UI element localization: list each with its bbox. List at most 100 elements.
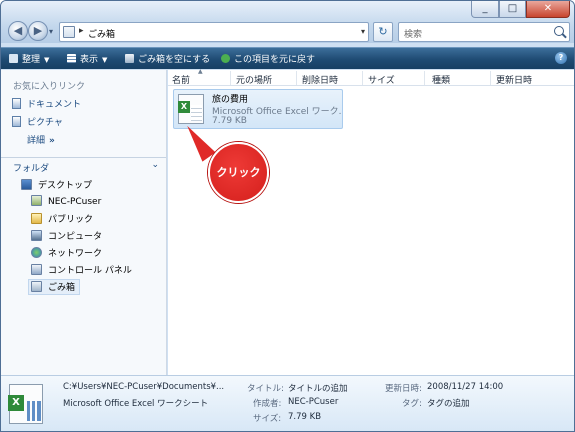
recycle-bin-icon xyxy=(125,54,134,63)
search-input[interactable]: 検索 xyxy=(398,22,570,42)
tree-item-label: デスクトップ xyxy=(38,181,93,191)
details-pane: C:¥Users¥NEC-PCuser¥Documents¥... Micros… xyxy=(1,375,574,431)
views-dropdown-icon: ▼ xyxy=(102,56,108,64)
empty-recycle-bin-label: ごみ箱を空にする xyxy=(138,55,211,65)
recycle-bin-icon xyxy=(31,281,42,292)
empty-recycle-bin-button[interactable]: ごみ箱を空にする xyxy=(125,52,210,65)
forward-button[interactable]: ▶ xyxy=(28,21,48,41)
tree-item-public[interactable]: パブリック xyxy=(31,212,93,228)
search-icon[interactable] xyxy=(554,26,564,36)
tree-item-label: ネットワーク xyxy=(48,249,103,259)
column-header-size[interactable]: サイズ xyxy=(368,73,395,86)
tree-item-computer[interactable]: コンピュータ xyxy=(31,229,102,245)
click-callout: クリック xyxy=(208,142,269,203)
minimize-button[interactable]: _ xyxy=(471,1,499,18)
tree-item-user[interactable]: NEC-PCuser xyxy=(31,195,101,211)
column-header-date-deleted[interactable]: 削除日時 xyxy=(302,73,338,86)
views-icon xyxy=(67,54,76,63)
column-header-type[interactable]: 種類 xyxy=(432,73,450,86)
navigation-pane: お気に入りリンク ドキュメント ピクチャ 詳細» フォルダ ⌄ デスクトップ N… xyxy=(1,70,167,375)
recycle-bin-icon xyxy=(63,26,75,38)
help-icon[interactable]: ? xyxy=(555,52,567,64)
details-size-label: サイズ: xyxy=(253,414,282,424)
column-header-original-location[interactable]: 元の場所 xyxy=(236,73,272,86)
favorite-link-label: ドキュメント xyxy=(27,100,82,110)
column-header-modified[interactable]: 更新日時 xyxy=(496,73,532,86)
address-bar[interactable]: ▸ ごみ箱 ▾ xyxy=(59,22,369,42)
file-list-area[interactable]: ▲ 名前 元の場所 削除日時 サイズ 種類 更新日時 旅の費用 Microsof… xyxy=(168,68,574,375)
control-panel-icon xyxy=(31,264,42,275)
column-divider[interactable] xyxy=(490,71,491,85)
close-button[interactable]: ✕ xyxy=(526,1,570,18)
computer-icon xyxy=(31,230,42,241)
more-links-button[interactable]: 詳細» xyxy=(27,133,55,146)
breadcrumb-separator-icon[interactable]: ▸ xyxy=(79,26,84,36)
tree-item-label: パブリック xyxy=(48,215,94,225)
tree-item-network[interactable]: ネットワーク xyxy=(31,246,102,262)
details-title-label: タイトル: xyxy=(247,384,284,394)
forward-arrow-icon: ▶ xyxy=(33,24,43,37)
refresh-icon: ↻ xyxy=(378,25,388,38)
refresh-button[interactable]: ↻ xyxy=(373,22,393,42)
details-modified-value: 2008/11/27 14:00 xyxy=(427,382,504,392)
tree-item-label: コントロール パネル xyxy=(48,266,132,276)
details-tags-value[interactable]: タグの追加 xyxy=(427,397,470,409)
double-chevron-icon: » xyxy=(49,136,55,146)
column-header-name[interactable]: 名前 xyxy=(172,73,190,86)
pictures-icon xyxy=(12,116,21,127)
desktop-icon xyxy=(21,179,32,190)
excel-file-icon xyxy=(178,94,204,124)
sort-ascending-icon: ▲ xyxy=(198,68,203,75)
folders-label: フォルダ xyxy=(13,164,50,174)
tree-item-label: NEC-PCuser xyxy=(48,197,102,207)
command-toolbar: 整理 ▼ 表示 ▼ ごみ箱を空にする この項目を元に戻す ? xyxy=(1,47,574,69)
column-headers: ▲ 名前 元の場所 削除日時 サイズ 種類 更新日時 xyxy=(168,68,574,86)
network-icon xyxy=(31,247,42,258)
details-size-value: 7.79 KB xyxy=(288,412,322,422)
documents-icon xyxy=(12,98,21,109)
tree-item-control-panel[interactable]: コントロール パネル xyxy=(31,263,132,279)
views-label: 表示 xyxy=(80,55,99,65)
chevron-down-icon: ⌄ xyxy=(151,160,159,170)
minimize-icon: _ xyxy=(482,3,488,14)
details-title-value[interactable]: タイトルの追加 xyxy=(288,382,348,394)
maximize-button[interactable]: □ xyxy=(499,1,526,18)
excel-file-icon xyxy=(8,384,43,424)
details-author-value[interactable]: NEC-PCuser xyxy=(288,397,338,407)
column-divider[interactable] xyxy=(424,71,425,85)
views-button[interactable]: 表示 ▼ xyxy=(67,52,107,65)
folder-icon xyxy=(31,213,42,224)
file-size: 7.79 KB xyxy=(212,116,247,126)
favorite-links-header: お気に入りリンク xyxy=(13,82,86,92)
address-path[interactable]: ごみ箱 xyxy=(88,27,115,40)
more-links-label: 詳細 xyxy=(27,136,46,146)
history-dropdown-icon[interactable]: ▾ xyxy=(49,27,53,36)
tree-item-recycle-bin[interactable]: ごみ箱 xyxy=(28,279,81,295)
search-placeholder: 検索 xyxy=(404,30,423,40)
file-item[interactable]: 旅の費用 Microsoft Office Excel ワーク... 7.79 … xyxy=(173,89,343,129)
tree-item-desktop[interactable]: デスクトップ xyxy=(21,178,92,194)
tree-item-label: ごみ箱 xyxy=(48,283,76,293)
user-folder-icon xyxy=(31,195,42,206)
details-author-label: 作成者: xyxy=(253,399,282,409)
column-divider[interactable] xyxy=(230,71,231,85)
back-arrow-icon: ◀ xyxy=(13,24,23,37)
organize-icon xyxy=(9,54,18,63)
column-divider[interactable] xyxy=(296,71,297,85)
restore-item-button[interactable]: この項目を元に戻す xyxy=(221,52,315,65)
back-button[interactable]: ◀ xyxy=(8,21,28,41)
folders-header[interactable]: フォルダ ⌄ xyxy=(1,157,166,176)
close-icon: ✕ xyxy=(543,3,553,14)
restore-item-label: この項目を元に戻す xyxy=(234,55,316,65)
favorite-link-pictures[interactable]: ピクチャ xyxy=(12,115,63,128)
details-tags-label: タグ: xyxy=(402,399,422,409)
title-bar: ◀ ▶ ▾ ▸ ごみ箱 ▾ ↻ 検索 _ □ ✕ xyxy=(1,1,574,43)
organize-button[interactable]: 整理 ▼ xyxy=(9,52,49,65)
tree-item-label: コンピュータ xyxy=(48,232,103,242)
column-divider[interactable] xyxy=(362,71,363,85)
organize-label: 整理 xyxy=(22,55,41,65)
organize-dropdown-icon: ▼ xyxy=(44,56,50,64)
details-path: C:¥Users¥NEC-PCuser¥Documents¥... xyxy=(63,382,225,392)
favorite-link-documents[interactable]: ドキュメント xyxy=(12,97,81,110)
address-dropdown-icon[interactable]: ▾ xyxy=(361,27,365,36)
